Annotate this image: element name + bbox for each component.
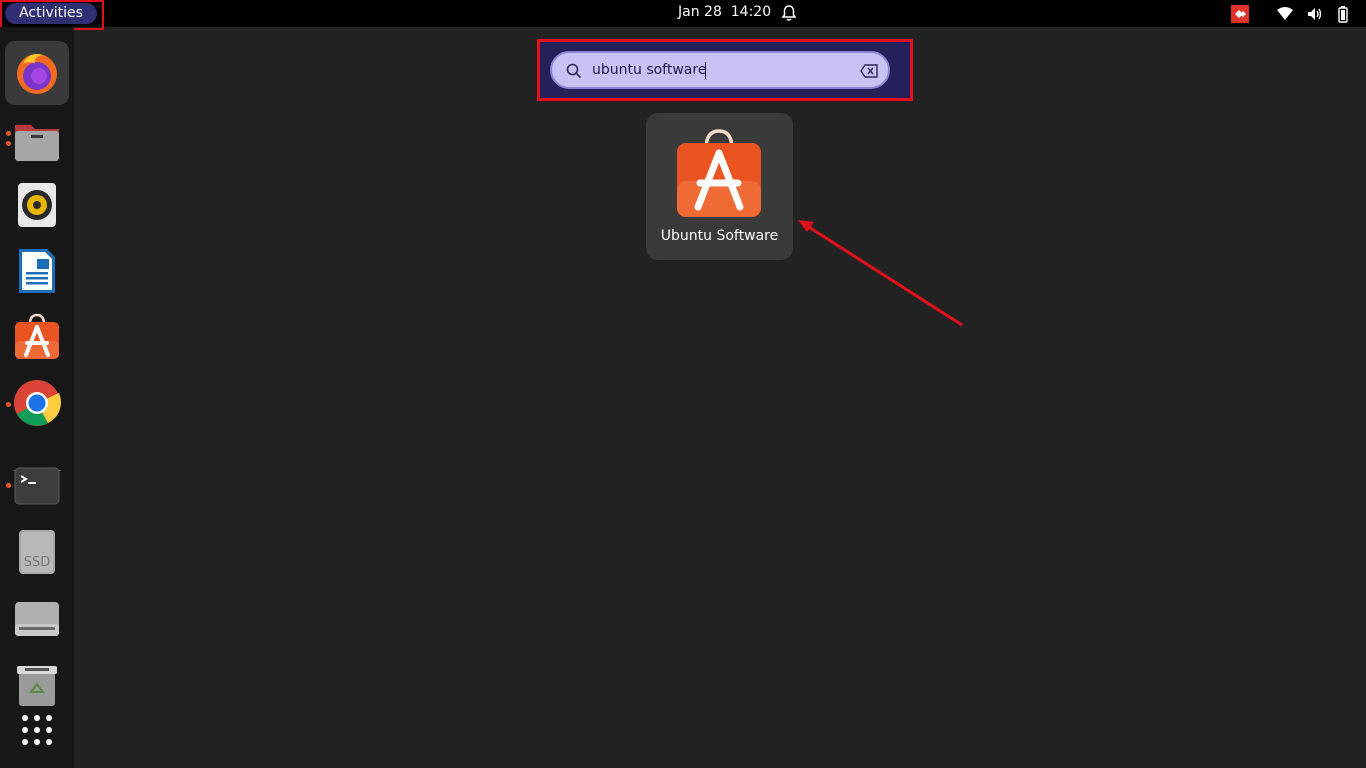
dock-item-rhythmbox[interactable] bbox=[5, 173, 69, 237]
dock-item-disk-drive[interactable] bbox=[5, 586, 69, 650]
terminal-icon bbox=[14, 467, 60, 505]
clock[interactable]: Jan 28 14:20 bbox=[678, 4, 771, 20]
activities-button[interactable]: Activities bbox=[5, 3, 97, 24]
clock-date: Jan 28 bbox=[678, 4, 722, 20]
disk-drive-icon bbox=[15, 602, 59, 636]
firefox-icon bbox=[17, 54, 57, 94]
clock-time: 14:20 bbox=[730, 4, 772, 20]
battery-icon[interactable] bbox=[1334, 5, 1352, 23]
ubuntu-software-icon bbox=[15, 313, 59, 359]
search-result-label: Ubuntu Software bbox=[660, 228, 779, 244]
ubuntu-software-icon bbox=[677, 129, 761, 217]
trash-icon bbox=[17, 666, 57, 706]
search-icon bbox=[566, 63, 582, 79]
dock-item-ssd-drive[interactable]: SSD bbox=[5, 520, 69, 584]
dock-item-ubuntu-software[interactable] bbox=[5, 305, 69, 369]
dock-item-writer[interactable] bbox=[5, 239, 69, 303]
dock-item-chrome[interactable] bbox=[5, 371, 69, 435]
rhythmbox-icon bbox=[18, 183, 56, 227]
search-input[interactable] bbox=[592, 60, 832, 80]
clear-search-icon[interactable] bbox=[860, 64, 878, 78]
wifi-icon[interactable] bbox=[1276, 5, 1294, 23]
text-cursor bbox=[705, 62, 706, 79]
writer-icon bbox=[19, 249, 55, 293]
volume-icon[interactable] bbox=[1306, 5, 1324, 23]
app-grid-icon[interactable] bbox=[20, 713, 54, 747]
ssd-label: SSD bbox=[24, 555, 51, 570]
annotation-arrow bbox=[798, 220, 963, 327]
bell-icon[interactable] bbox=[780, 4, 798, 22]
search-result-ubuntu-software[interactable]: Ubuntu Software bbox=[646, 113, 793, 260]
chrome-icon bbox=[14, 380, 61, 426]
dock-item-terminal[interactable] bbox=[5, 454, 69, 518]
dock-item-trash[interactable] bbox=[5, 652, 69, 716]
dock-item-files[interactable] bbox=[5, 107, 69, 171]
search-field[interactable] bbox=[550, 51, 890, 89]
files-icon bbox=[15, 125, 59, 161]
top-bar: Activities Jan 28 14:20 bbox=[0, 0, 1366, 30]
dock-item-firefox[interactable] bbox=[5, 41, 69, 105]
anydesk-icon[interactable] bbox=[1231, 5, 1249, 23]
ssd-drive-icon: SSD bbox=[19, 530, 55, 574]
dock: SSD bbox=[0, 27, 74, 768]
